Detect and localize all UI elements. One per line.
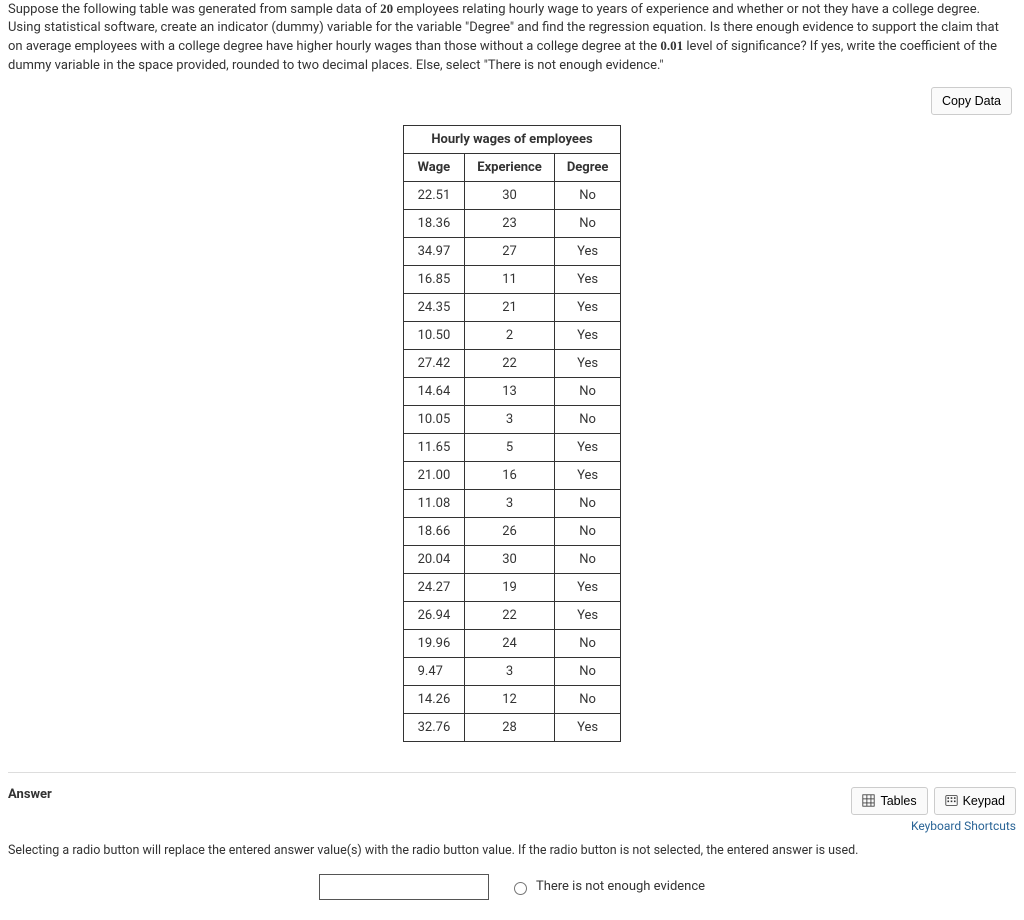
table-row: 18.3623No bbox=[403, 209, 621, 237]
not-enough-evidence-option[interactable]: There is not enough evidence bbox=[509, 879, 705, 895]
table-row: 34.9727Yes bbox=[403, 237, 621, 265]
radio-label: There is not enough evidence bbox=[536, 879, 705, 894]
table-cell: 3 bbox=[465, 405, 555, 433]
column-header: Experience bbox=[465, 153, 555, 181]
table-cell: No bbox=[554, 629, 621, 657]
table-cell: 34.97 bbox=[403, 237, 465, 265]
table-cell: No bbox=[554, 405, 621, 433]
table-row: 32.7628Yes bbox=[403, 713, 621, 741]
column-header: Degree bbox=[554, 153, 621, 181]
table-row: 11.083No bbox=[403, 489, 621, 517]
table-cell: 21.00 bbox=[403, 461, 465, 489]
table-row: 22.5130No bbox=[403, 181, 621, 209]
table-cell: Yes bbox=[554, 321, 621, 349]
table-cell: 19 bbox=[465, 573, 555, 601]
table-cell: No bbox=[554, 657, 621, 685]
table-row: 14.2612No bbox=[403, 685, 621, 713]
question-text: Suppose the following table was generate… bbox=[8, 0, 1016, 75]
table-cell: 28 bbox=[465, 713, 555, 741]
keypad-icon bbox=[945, 794, 958, 807]
table-cell: 10.05 bbox=[403, 405, 465, 433]
table-row: 24.2719Yes bbox=[403, 573, 621, 601]
table-cell: Yes bbox=[554, 601, 621, 629]
table-row: 16.8511Yes bbox=[403, 265, 621, 293]
table-cell: 20.04 bbox=[403, 545, 465, 573]
table-cell: 16.85 bbox=[403, 265, 465, 293]
table-cell: 22 bbox=[465, 601, 555, 629]
table-cell: 13 bbox=[465, 377, 555, 405]
table-cell: No bbox=[554, 545, 621, 573]
table-cell: 3 bbox=[465, 489, 555, 517]
answer-input[interactable] bbox=[319, 874, 489, 900]
table-row: 10.053No bbox=[403, 405, 621, 433]
table-cell: 23 bbox=[465, 209, 555, 237]
column-header: Wage bbox=[403, 153, 465, 181]
table-cell: 27 bbox=[465, 237, 555, 265]
table-cell: No bbox=[554, 181, 621, 209]
table-cell: 24.27 bbox=[403, 573, 465, 601]
table-cell: 5 bbox=[465, 433, 555, 461]
table-row: 21.0016Yes bbox=[403, 461, 621, 489]
table-cell: 14.64 bbox=[403, 377, 465, 405]
table-cell: 10.50 bbox=[403, 321, 465, 349]
table-cell: 27.42 bbox=[403, 349, 465, 377]
not-enough-evidence-radio[interactable] bbox=[514, 882, 527, 895]
table-cell: 9.47 bbox=[403, 657, 465, 685]
table-cell: Yes bbox=[554, 293, 621, 321]
table-row: 27.4222Yes bbox=[403, 349, 621, 377]
table-row: 10.502Yes bbox=[403, 321, 621, 349]
table-cell: 16 bbox=[465, 461, 555, 489]
table-cell: Yes bbox=[554, 713, 621, 741]
table-cell: Yes bbox=[554, 237, 621, 265]
table-cell: 18.66 bbox=[403, 517, 465, 545]
answer-heading: Answer bbox=[8, 787, 52, 802]
table-cell: 22 bbox=[465, 349, 555, 377]
table-row: 18.6626No bbox=[403, 517, 621, 545]
table-cell: 14.26 bbox=[403, 685, 465, 713]
keyboard-shortcuts-link[interactable]: Keyboard Shortcuts bbox=[851, 819, 1016, 833]
table-cell: 30 bbox=[465, 181, 555, 209]
table-row: 20.0430No bbox=[403, 545, 621, 573]
table-cell: 11 bbox=[465, 265, 555, 293]
table-cell: 30 bbox=[465, 545, 555, 573]
table-cell: 22.51 bbox=[403, 181, 465, 209]
tables-button[interactable]: Tables bbox=[851, 787, 927, 815]
table-cell: 32.76 bbox=[403, 713, 465, 741]
data-table: WageExperienceDegree 22.5130No18.3623No3… bbox=[403, 153, 622, 742]
table-cell: Yes bbox=[554, 265, 621, 293]
table-cell: 3 bbox=[465, 657, 555, 685]
table-row: 14.6413No bbox=[403, 377, 621, 405]
table-cell: 26.94 bbox=[403, 601, 465, 629]
table-cell: Yes bbox=[554, 433, 621, 461]
table-cell: No bbox=[554, 517, 621, 545]
table-cell: 2 bbox=[465, 321, 555, 349]
table-caption: Hourly wages of employees bbox=[403, 125, 622, 153]
table-cell: 12 bbox=[465, 685, 555, 713]
copy-data-button[interactable]: Copy Data bbox=[931, 87, 1012, 115]
table-cell: 26 bbox=[465, 517, 555, 545]
table-cell: 24 bbox=[465, 629, 555, 657]
table-cell: 24.35 bbox=[403, 293, 465, 321]
table-cell: No bbox=[554, 489, 621, 517]
table-cell: Yes bbox=[554, 461, 621, 489]
table-row: 19.9624No bbox=[403, 629, 621, 657]
table-cell: Yes bbox=[554, 573, 621, 601]
table-cell: 21 bbox=[465, 293, 555, 321]
table-cell: 11.65 bbox=[403, 433, 465, 461]
table-cell: No bbox=[554, 685, 621, 713]
table-cell: No bbox=[554, 209, 621, 237]
table-cell: 18.36 bbox=[403, 209, 465, 237]
table-cell: 11.08 bbox=[403, 489, 465, 517]
table-row: 24.3521Yes bbox=[403, 293, 621, 321]
keypad-button[interactable]: Keypad bbox=[934, 787, 1016, 815]
table-cell: 19.96 bbox=[403, 629, 465, 657]
table-cell: Yes bbox=[554, 349, 621, 377]
answer-hint: Selecting a radio button will replace th… bbox=[8, 843, 1016, 858]
table-icon bbox=[862, 794, 875, 807]
table-row: 11.655Yes bbox=[403, 433, 621, 461]
table-cell: No bbox=[554, 377, 621, 405]
table-row: 9.473No bbox=[403, 657, 621, 685]
table-row: 26.9422Yes bbox=[403, 601, 621, 629]
